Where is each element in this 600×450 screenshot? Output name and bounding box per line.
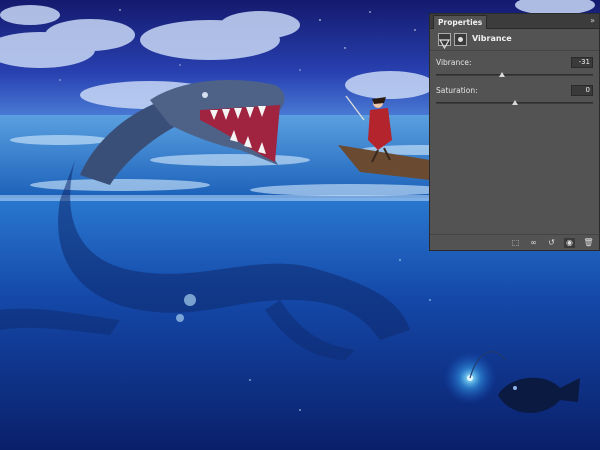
view-previous-state-icon[interactable]: ∞ — [528, 238, 539, 248]
vibrance-control: Vibrance: -31 — [430, 54, 599, 84]
tab-properties[interactable]: Properties — [433, 15, 488, 29]
panel-footer: ⬚ ∞ ↺ ◉ 🗑 — [430, 234, 599, 250]
saturation-control: Saturation: 0 — [430, 84, 599, 114]
panel-menu-icon[interactable]: » — [590, 15, 595, 27]
saturation-value-field[interactable]: 0 — [571, 85, 593, 96]
visibility-eye-icon[interactable]: ◉ — [564, 238, 575, 248]
clip-to-layer-icon[interactable]: ⬚ — [510, 238, 521, 248]
vibrance-slider[interactable] — [436, 72, 593, 77]
sea-monster-eye — [202, 92, 208, 98]
vibrance-adjustment-icon[interactable] — [438, 33, 451, 50]
trash-icon[interactable]: 🗑 — [583, 238, 594, 248]
vibrance-label: Vibrance: — [436, 58, 472, 67]
saturation-slider-thumb[interactable] — [511, 100, 518, 105]
panel-header: Properties » — [430, 14, 599, 29]
vibrance-slider-thumb[interactable] — [498, 72, 505, 77]
saturation-label: Saturation: — [436, 86, 478, 95]
vibrance-value-field[interactable]: -31 — [571, 57, 593, 68]
adjustment-header: Vibrance — [430, 29, 599, 51]
layer-mask-icon[interactable] — [454, 33, 467, 46]
reset-icon[interactable]: ↺ — [546, 238, 557, 248]
adjustment-title: Vibrance — [472, 34, 512, 43]
properties-panel: Properties » Vibrance Vibrance: -31 Satu… — [429, 13, 600, 251]
saturation-slider[interactable] — [436, 100, 593, 105]
document-canvas[interactable]: Properties » Vibrance Vibrance: -31 Satu… — [0, 0, 600, 450]
